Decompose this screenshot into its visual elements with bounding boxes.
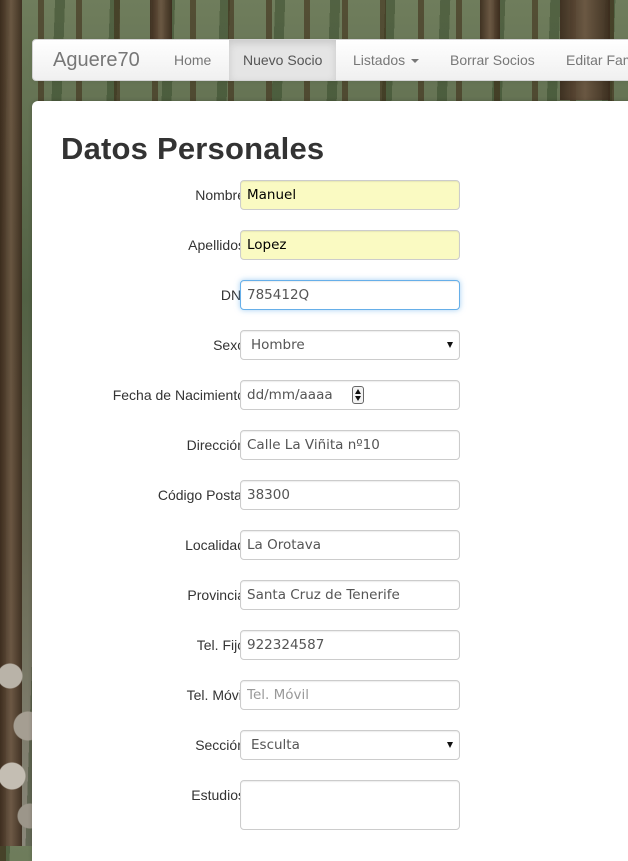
nav-listados-label: Listados <box>353 52 406 68</box>
triangle-down-icon <box>447 342 453 348</box>
sexo-selected-value: Hombre <box>251 337 305 353</box>
page-title: Datos Personales <box>61 131 325 166</box>
label-fecha-nacimiento: Fecha de Nacimiento <box>112 387 245 403</box>
apellidos-input[interactable]: Lopez <box>240 230 460 260</box>
label-direccion: Dirección <box>186 437 245 453</box>
top-navbar: Aguere70 Home Nuevo Socio Listados Borra… <box>32 39 628 81</box>
label-tel-movil: Tel. Móvil <box>186 687 245 703</box>
nav-editar-familia[interactable]: Editar Fam <box>552 40 628 80</box>
direccion-input[interactable]: Calle La Viñita nº10 <box>240 430 460 460</box>
nav-home[interactable]: Home <box>160 40 225 80</box>
provincia-input[interactable]: Santa Cruz de Tenerife <box>240 580 460 610</box>
dni-input[interactable]: 785412Q <box>240 280 460 310</box>
label-codigo-postal: Código Postal <box>157 487 245 503</box>
caret-down-icon <box>411 59 420 64</box>
nav-nuevo-socio[interactable]: Nuevo Socio <box>229 40 337 80</box>
estudios-textarea[interactable] <box>240 780 460 830</box>
nav-listados-dropdown[interactable]: Listados <box>339 40 433 80</box>
label-dni: DNI <box>220 287 245 303</box>
label-apellidos: Apellidos <box>188 237 245 253</box>
label-seccion: Sección <box>195 737 245 753</box>
triangle-down-icon <box>447 742 453 748</box>
label-sexo: Sexo <box>213 337 245 353</box>
nombre-input[interactable]: Manuel <box>240 180 460 210</box>
form-panel: Datos Personales Nombre Manuel Apellidos… <box>32 101 628 861</box>
spin-button-icon[interactable] <box>352 386 364 404</box>
tel-movil-input[interactable] <box>240 680 460 710</box>
label-estudios: Estudios <box>191 787 245 803</box>
tel-fijo-input[interactable]: 922324587 <box>240 630 460 660</box>
label-provincia: Provincia <box>187 587 245 603</box>
nav-borrar-socios[interactable]: Borrar Socios <box>436 40 549 80</box>
brand-link[interactable]: Aguere70 <box>53 40 140 80</box>
fecha-placeholder: dd/mm/aaaa <box>247 387 333 403</box>
label-nombre: Nombre <box>195 187 245 203</box>
sexo-select[interactable]: Hombre <box>240 330 460 360</box>
seccion-select[interactable]: Esculta <box>240 730 460 760</box>
label-tel-fijo: Tel. Fijo <box>196 637 245 653</box>
label-localidad: Localidad <box>185 537 245 553</box>
localidad-input[interactable]: La Orotava <box>240 530 460 560</box>
fecha-nacimiento-input[interactable]: dd/mm/aaaa <box>240 380 460 410</box>
seccion-selected-value: Esculta <box>251 737 300 753</box>
codigo-postal-input[interactable]: 38300 <box>240 480 460 510</box>
